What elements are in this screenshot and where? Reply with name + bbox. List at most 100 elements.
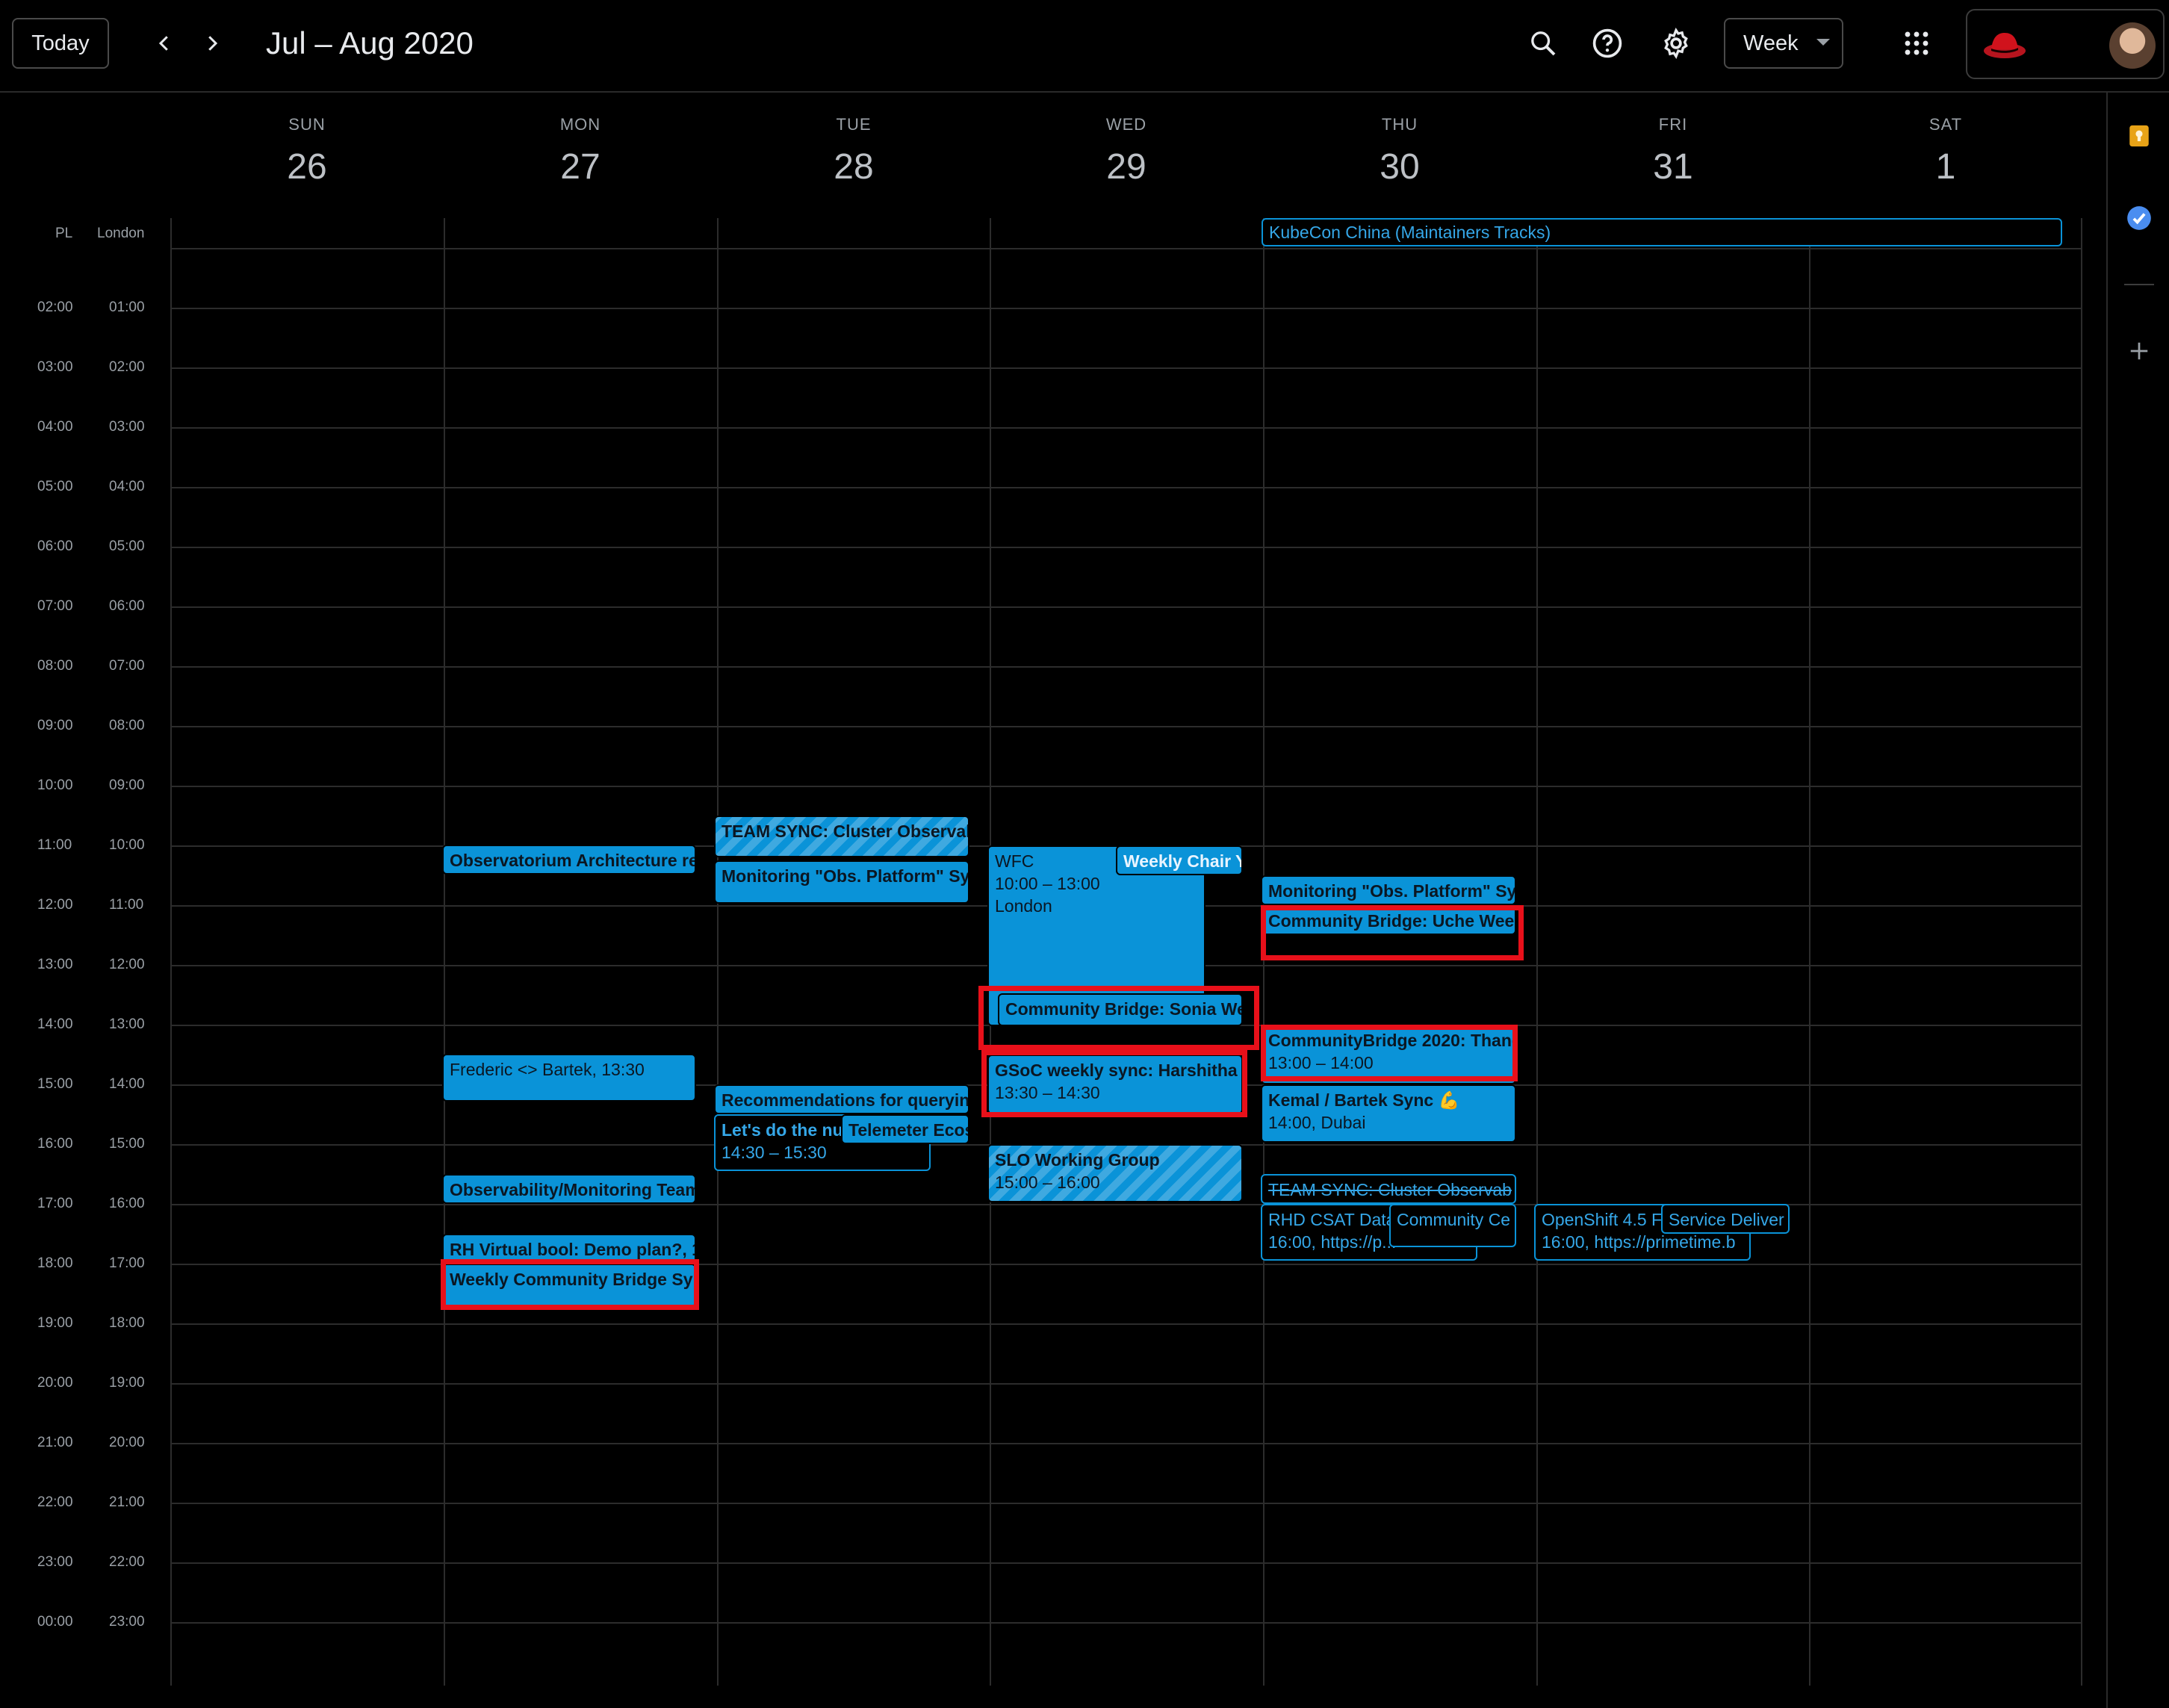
event-title: Monitoring "Obs. Platform" Syr — [722, 866, 969, 886]
event-team-sync-tue[interactable]: TEAM SYNC: Cluster Observab — [714, 816, 969, 857]
timezone-label-primary: PL — [55, 226, 73, 241]
event-monitoring-obs-platform-thu[interactable]: Monitoring "Obs. Platform" Syr — [1261, 875, 1516, 905]
event-title: Monitoring "Obs. Platform" Syr — [1268, 881, 1516, 901]
time-label-primary: 19:00 — [37, 1315, 73, 1331]
event-community-bridge-sonia[interactable]: Community Bridge: Sonia We — [998, 993, 1243, 1026]
hour-gridline — [170, 308, 2081, 309]
day-name: TUE — [836, 115, 872, 134]
top-bar: Today Jul – Aug 2020 Week — [0, 0, 2169, 93]
today-button[interactable]: Today — [12, 18, 109, 69]
time-label-secondary: 18:00 — [109, 1315, 145, 1331]
event-observatorium-architecture[interactable]: Observatorium Architecture re — [442, 845, 696, 875]
hour-gridline — [170, 786, 2081, 787]
day-name: SAT — [1928, 115, 1963, 134]
day-name: THU — [1381, 115, 1418, 134]
hour-gridline — [170, 1622, 2081, 1624]
day-header-sat[interactable]: SAT 1 — [1809, 115, 2082, 187]
day-header-wed[interactable]: WED 29 — [990, 115, 1263, 187]
time-label-primary: 12:00 — [37, 897, 73, 913]
day-number: 26 — [287, 147, 327, 187]
view-selector[interactable]: Week — [1724, 18, 1843, 69]
event-title: Weekly Chair Y — [1123, 851, 1243, 871]
hour-gridline — [170, 1443, 2081, 1444]
time-label-secondary: 09:00 — [109, 777, 145, 793]
event-title: GSoC weekly sync: Harshitha — [995, 1060, 1238, 1080]
hour-gridline — [170, 487, 2081, 488]
event-community-ce[interactable]: Community Ce — [1389, 1204, 1516, 1247]
keep-button[interactable] — [2124, 121, 2154, 151]
time-label-primary: 13:00 — [37, 957, 73, 972]
event-title: Weekly Community Bridge Syr — [450, 1270, 696, 1289]
day-header-sun[interactable]: SUN 26 — [170, 115, 444, 187]
event-team-sync-thu[interactable]: TEAM SYNC: Cluster Observab — [1261, 1174, 1516, 1204]
account-area[interactable] — [1966, 9, 2165, 79]
time-label-primary: 16:00 — [37, 1136, 73, 1152]
event-observability-monitoring-team[interactable]: Observability/Monitoring Team — [442, 1174, 696, 1204]
event-title: RH Virtual bool: Demo plan?, 1 — [450, 1240, 696, 1259]
event-title: Service Deliver — [1669, 1210, 1784, 1229]
event-communitybridge-2020[interactable]: CommunityBridge 2020: Thanc 13:00 – 14:0… — [1261, 1025, 1516, 1084]
day-header-tue[interactable]: TUE 28 — [717, 115, 990, 187]
hour-gridline — [170, 547, 2081, 548]
help-button[interactable] — [1586, 22, 1628, 64]
time-label-secondary: 22:00 — [109, 1554, 145, 1570]
event-weekly-chair[interactable]: Weekly Chair Y — [1116, 845, 1243, 875]
event-title: SLO Working Group — [995, 1150, 1160, 1170]
time-label-secondary: 13:00 — [109, 1016, 145, 1032]
time-label-primary: 03:00 — [37, 359, 73, 375]
column-divider — [717, 218, 719, 1686]
time-label-secondary: 19:00 — [109, 1375, 145, 1391]
add-addon-button[interactable] — [2124, 336, 2154, 366]
hour-gridline — [170, 367, 2081, 369]
event-kemal-bartek-sync[interactable]: Kemal / Bartek Sync 💪 14:00, Dubai — [1261, 1084, 1516, 1143]
chevron-down-icon — [1816, 39, 1830, 46]
event-weekly-community-bridge[interactable]: Weekly Community Bridge Syr — [442, 1264, 696, 1307]
event-community-bridge-uche[interactable]: Community Bridge: Uche Week — [1261, 905, 1516, 935]
next-week-button[interactable] — [191, 22, 233, 64]
allday-event-kubecon[interactable]: KubeCon China (Maintainers Tracks) — [1262, 218, 2062, 246]
day-header-fri[interactable]: FRI 31 — [1536, 115, 1810, 187]
event-monitoring-obs-platform-tue[interactable]: Monitoring "Obs. Platform" Syr — [714, 860, 969, 904]
time-label-secondary: 04:00 — [109, 479, 145, 494]
date-range-title: Jul – Aug 2020 — [266, 25, 474, 60]
event-time: 13:00 – 14:00 — [1268, 1053, 1374, 1072]
apps-grid-icon — [1905, 31, 1928, 55]
hour-gridline — [170, 606, 2081, 608]
day-name: MON — [559, 115, 601, 134]
event-telemeter-ecosystem[interactable]: Telemeter Ecos — [841, 1114, 969, 1144]
event-title: CommunityBridge 2020: Thanc — [1268, 1031, 1516, 1050]
event-service-delivery[interactable]: Service Deliver — [1661, 1204, 1790, 1234]
event-title: KubeCon China (Maintainers Tracks) — [1269, 223, 1551, 242]
settings-button[interactable] — [1655, 22, 1697, 64]
event-location: London — [995, 896, 1052, 916]
time-label-primary: 17:00 — [37, 1196, 73, 1211]
event-gsoc-weekly-sync[interactable]: GSoC weekly sync: Harshitha 13:30 – 14:3… — [987, 1055, 1243, 1114]
event-time: 13:30 – 14:30 — [995, 1083, 1100, 1102]
event-rh-virtual-bool[interactable]: RH Virtual bool: Demo plan?, 1 — [442, 1234, 696, 1264]
event-title: Observability/Monitoring Team — [450, 1180, 696, 1199]
day-header-thu[interactable]: THU 30 — [1263, 115, 1536, 187]
event-time: 15:00 – 16:00 — [995, 1173, 1100, 1192]
day-number: 30 — [1380, 147, 1420, 187]
time-label-secondary: 06:00 — [109, 598, 145, 614]
avatar[interactable] — [2109, 22, 2156, 69]
time-label-secondary: 03:00 — [109, 419, 145, 435]
time-label-primary: 08:00 — [37, 658, 73, 674]
time-label-primary: 10:00 — [37, 777, 73, 793]
search-button[interactable] — [1522, 22, 1564, 64]
event-recommendations[interactable]: Recommendations for queryin — [714, 1084, 969, 1114]
tasks-icon — [2127, 206, 2151, 230]
event-title: Community Bridge: Sonia We — [1005, 999, 1243, 1019]
day-name: SUN — [288, 115, 326, 134]
event-time: 14:00, Dubai — [1268, 1113, 1366, 1132]
tasks-button[interactable] — [2124, 203, 2154, 233]
previous-week-button[interactable] — [143, 22, 185, 64]
event-slo-working-group[interactable]: SLO Working Group 15:00 – 16:00 — [987, 1144, 1243, 1202]
event-frederic-bartek[interactable]: Frederic <> Bartek, 13:30 — [442, 1054, 696, 1102]
time-label-primary: 20:00 — [37, 1375, 73, 1391]
event-title: Observatorium Architecture re — [450, 851, 696, 870]
day-header-mon[interactable]: MON 27 — [444, 115, 717, 187]
apps-button[interactable] — [1896, 22, 1937, 64]
hour-gridline — [170, 1323, 2081, 1325]
time-label-primary: 23:00 — [37, 1554, 73, 1570]
